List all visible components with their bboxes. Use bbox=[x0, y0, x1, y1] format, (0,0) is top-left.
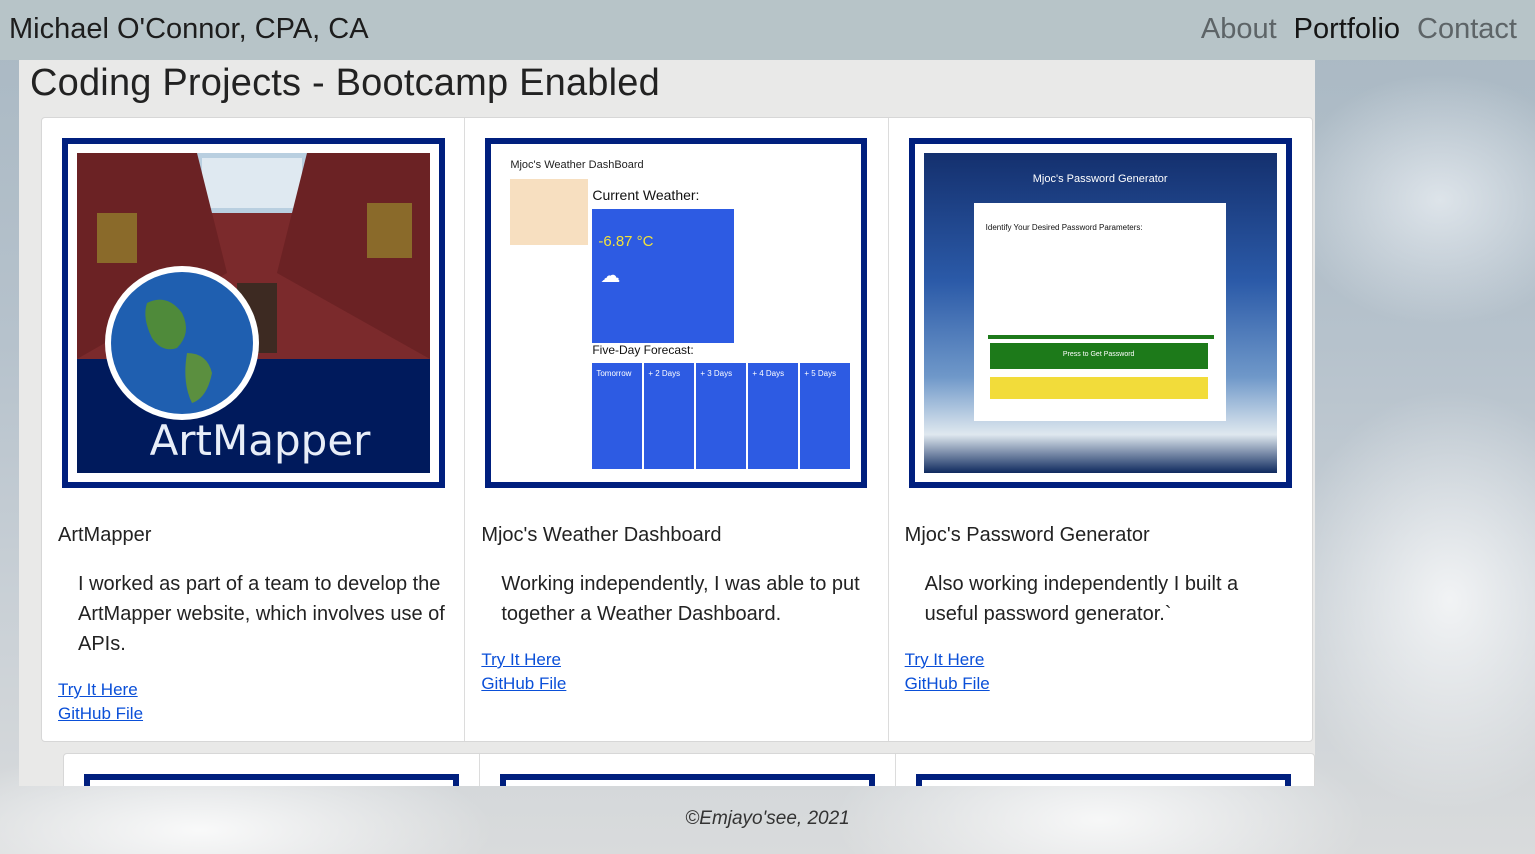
forecast-day: Tomorrow bbox=[592, 363, 643, 469]
card-title: ArtMapper bbox=[58, 524, 152, 546]
nav-link-portfolio[interactable]: Portfolio bbox=[1294, 13, 1400, 46]
project-thumbnail[interactable] bbox=[916, 774, 1291, 786]
card-text: Working independently, I was able to put… bbox=[501, 573, 860, 625]
github-link[interactable]: GitHub File bbox=[58, 704, 143, 724]
password-thumb-bar bbox=[987, 335, 1214, 339]
artmapper-screenshot: ArtMapper bbox=[77, 153, 430, 473]
card-text: I worked as part of a team to develop th… bbox=[78, 573, 445, 655]
cloud-icon: ☁ bbox=[600, 265, 621, 287]
forecast-day: + 3 Days bbox=[696, 363, 747, 469]
try-it-link[interactable]: Try It Here bbox=[905, 650, 985, 670]
github-link[interactable]: GitHub File bbox=[481, 674, 566, 694]
nav-link-about[interactable]: About bbox=[1201, 13, 1277, 46]
card-title: Mjoc's Password Generator bbox=[904, 524, 1150, 546]
nav-link-contact[interactable]: Contact bbox=[1417, 13, 1517, 46]
project-card-group: ArtMapper ArtMapper I worked as part of … bbox=[41, 117, 1313, 742]
weather-thumb-heading: Mjoc's Weather DashBoard bbox=[510, 159, 644, 171]
password-thumb-output bbox=[989, 377, 1208, 399]
forecast-day: + 5 Days bbox=[800, 363, 851, 469]
weather-thumb-current-label: Current Weather: bbox=[592, 187, 700, 203]
project-thumbnail[interactable]: ArtMapper bbox=[62, 138, 445, 488]
page-title: Coding Projects - Bootcamp Enabled bbox=[30, 62, 660, 104]
project-thumbnail[interactable]: Mjoc's Weather DashBoard Current Weather… bbox=[485, 138, 868, 488]
project-card-weather: Mjoc's Weather DashBoard Current Weather… bbox=[465, 118, 889, 741]
password-thumb-heading: Mjoc's Password Generator bbox=[1032, 173, 1168, 185]
try-it-link[interactable]: Try It Here bbox=[58, 680, 138, 700]
password-generator-screenshot: Mjoc's Password Generator Identify Your … bbox=[923, 153, 1277, 473]
artmapper-image: ArtMapper bbox=[77, 153, 430, 473]
try-it-link[interactable]: Try It Here bbox=[481, 650, 561, 670]
password-thumb-subheading: Identify Your Desired Password Parameter… bbox=[985, 223, 1143, 232]
password-thumb-button: Press to Get Password bbox=[989, 343, 1208, 369]
forecast-day: + 2 Days bbox=[644, 363, 695, 469]
password-thumb-form: Identify Your Desired Password Parameter… bbox=[973, 203, 1226, 421]
weather-thumb-forecast-label: Five-Day Forecast: bbox=[592, 343, 694, 357]
project-thumbnail[interactable] bbox=[500, 774, 875, 786]
weather-thumb-sidebar bbox=[510, 179, 589, 245]
weather-thumb-temp: -6.87 °C bbox=[598, 233, 654, 250]
project-card-group-2 bbox=[63, 753, 1315, 786]
artmapper-logo-text: ArtMapper bbox=[150, 416, 372, 465]
brand-name[interactable]: Michael O'Connor, CPA, CA bbox=[9, 13, 369, 46]
project-card bbox=[896, 754, 1314, 786]
github-link[interactable]: GitHub File bbox=[905, 674, 990, 694]
navbar: Michael O'Connor, CPA, CA About Portfoli… bbox=[0, 0, 1535, 60]
project-card bbox=[64, 754, 480, 786]
weather-thumb-current-box: -6.87 °C ☁ bbox=[592, 209, 735, 343]
weather-dashboard-screenshot: Mjoc's Weather DashBoard Current Weather… bbox=[500, 153, 852, 473]
card-title: Mjoc's Weather Dashboard bbox=[481, 524, 722, 546]
portfolio-panel: Coding Projects - Bootcamp Enabled ArtMa… bbox=[19, 60, 1315, 786]
footer-copyright: ©Emjayo'see, 2021 bbox=[685, 808, 850, 829]
project-thumbnail[interactable] bbox=[84, 774, 459, 786]
nav-links: About Portfolio Contact bbox=[1201, 13, 1517, 46]
project-thumbnail[interactable]: Mjoc's Password Generator Identify Your … bbox=[908, 138, 1292, 488]
card-text: Also working independently I built a use… bbox=[924, 573, 1239, 625]
project-card bbox=[480, 754, 896, 786]
project-card-artmapper: ArtMapper ArtMapper I worked as part of … bbox=[42, 118, 466, 741]
forecast-day: + 4 Days bbox=[748, 363, 799, 469]
project-card-password: Mjoc's Password Generator Identify Your … bbox=[889, 118, 1312, 741]
